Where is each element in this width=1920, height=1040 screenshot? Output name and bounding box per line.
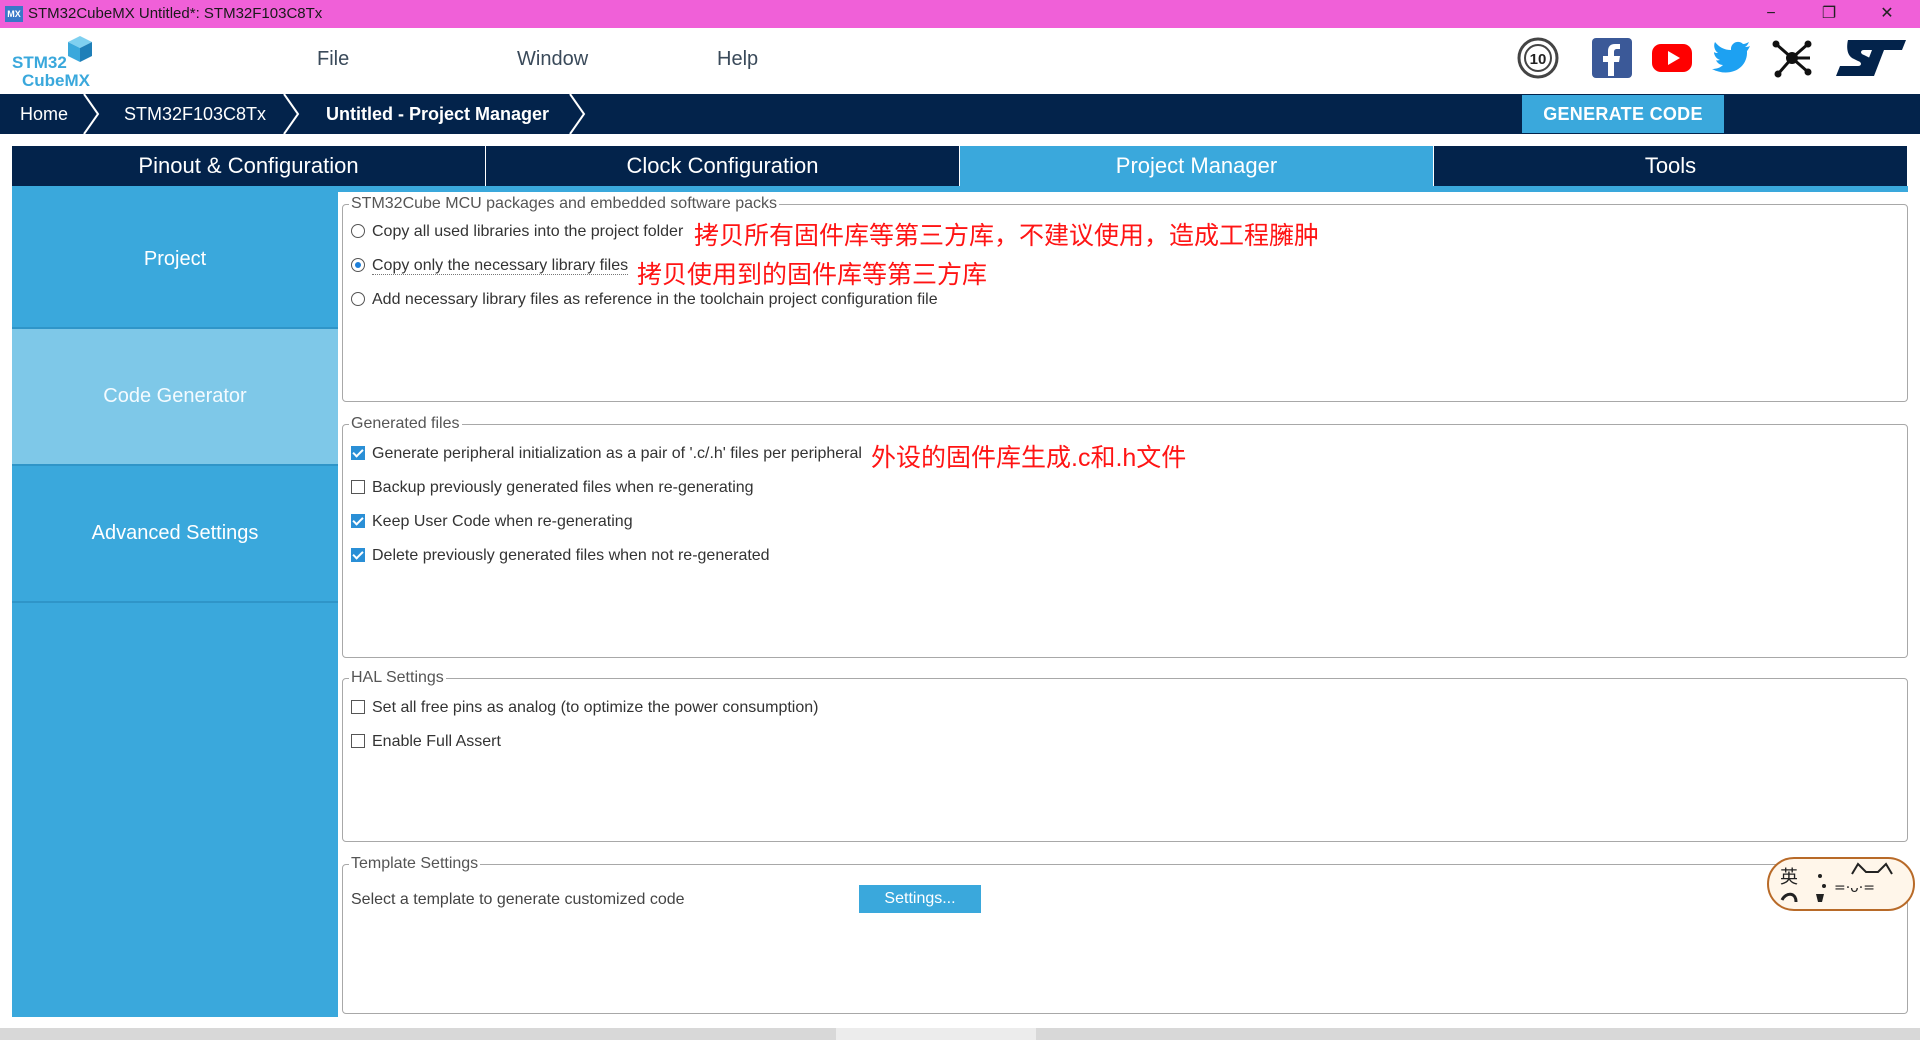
chevron-right-icon xyxy=(569,94,586,134)
window-title: STM32CubeMX Untitled*: STM32F103C8Tx xyxy=(28,5,323,22)
anniversary-10-icon[interactable]: 10 xyxy=(1516,36,1560,80)
tab-clock-configuration[interactable]: Clock Configuration xyxy=(486,146,959,186)
breadcrumb: Home STM32F103C8Tx Untitled - Project Ma… xyxy=(0,94,1920,134)
backup-files-option[interactable]: Backup previously generated files when r… xyxy=(351,479,754,497)
close-button[interactable]: ✕ xyxy=(1858,0,1916,28)
delete-previous-files-label: Delete previously generated files when n… xyxy=(372,547,770,564)
add-libraries-reference-label: Add necessary library files as reference… xyxy=(372,291,938,308)
sticker-text: 英 xyxy=(1780,867,1798,888)
app-icon: MX xyxy=(5,6,23,22)
network-icon[interactable] xyxy=(1770,36,1814,80)
menu-file[interactable]: File xyxy=(317,48,349,71)
mcu-packages-group: STM32Cube MCU packages and embedded soft… xyxy=(342,195,1908,402)
facebook-icon[interactable] xyxy=(1590,36,1634,80)
keep-user-code-checkbox[interactable] xyxy=(351,514,365,528)
main-tabs: Pinout & Configuration Clock Configurati… xyxy=(12,146,1908,186)
copy-all-libraries-option[interactable]: Copy all used libraries into the project… xyxy=(351,223,683,241)
tab-pinout-configuration[interactable]: Pinout & Configuration xyxy=(12,146,485,186)
logo-stm32-text: STM32 xyxy=(12,53,67,72)
free-pins-analog-checkbox[interactable] xyxy=(351,700,365,714)
generate-pair-files-checkbox[interactable] xyxy=(351,446,365,460)
chevron-right-icon xyxy=(83,94,100,134)
full-assert-checkbox[interactable] xyxy=(351,734,365,748)
annotation-copy-all: 拷贝所有固件库等第三方库，不建议使用，造成工程臃肿 xyxy=(694,222,1320,250)
tab-project-manager[interactable]: Project Manager xyxy=(960,146,1433,186)
template-settings-button[interactable]: Settings... xyxy=(859,885,981,913)
backup-files-label: Backup previously generated files when r… xyxy=(372,479,754,496)
full-assert-label: Enable Full Assert xyxy=(372,733,501,750)
sidebar: Project Code Generator Advanced Settings xyxy=(12,192,338,1017)
copy-all-libraries-radio[interactable] xyxy=(351,224,365,238)
generate-pair-files-option[interactable]: Generate peripheral initialization as a … xyxy=(351,445,862,463)
annotation-copy-necessary: 拷贝使用到的固件库等第三方库 xyxy=(637,261,988,289)
copy-necessary-libraries-label: Copy only the necessary library files xyxy=(372,257,629,275)
hal-settings-title: HAL Settings xyxy=(349,669,446,687)
svg-text:=·ᴗ·=: =·ᴗ·= xyxy=(1834,880,1875,896)
delete-previous-files-option[interactable]: Delete previously generated files when n… xyxy=(351,547,770,565)
breadcrumb-device[interactable]: STM32F103C8Tx xyxy=(124,94,266,134)
hal-settings-group: HAL Settings Set all free pins as analog… xyxy=(342,669,1908,842)
scrollbar-thumb[interactable] xyxy=(836,1028,1036,1040)
breadcrumb-home[interactable]: Home xyxy=(20,94,68,134)
delete-previous-files-checkbox[interactable] xyxy=(351,548,365,562)
free-pins-analog-label: Set all free pins as analog (to optimize… xyxy=(372,699,819,716)
generate-pair-files-label: Generate peripheral initialization as a … xyxy=(372,445,862,462)
twitter-icon[interactable] xyxy=(1710,36,1754,80)
stm32cubemx-logo: STM32 CubeMX xyxy=(12,36,92,90)
breadcrumb-current[interactable]: Untitled - Project Manager xyxy=(326,94,549,134)
tab-tools[interactable]: Tools xyxy=(1434,146,1907,186)
maximize-button[interactable]: ❐ xyxy=(1800,0,1858,28)
template-settings-group: Template Settings Select a template to g… xyxy=(342,855,1908,1014)
sidebar-item-project[interactable]: Project xyxy=(12,192,338,329)
window-title-bar: MX STM32CubeMX Untitled*: STM32F103C8Tx … xyxy=(0,0,1920,28)
sidebar-item-advanced-settings[interactable]: Advanced Settings xyxy=(12,466,338,603)
svg-text:10: 10 xyxy=(1530,51,1547,68)
st-logo-icon[interactable] xyxy=(1834,36,1910,80)
menu-help[interactable]: Help xyxy=(717,48,758,71)
annotation-generated-files: 外设的固件库生成.c和.h文件 xyxy=(871,444,1187,472)
template-settings-title: Template Settings xyxy=(349,855,481,873)
mcu-packages-title: STM32Cube MCU packages and embedded soft… xyxy=(349,195,779,213)
sidebar-item-code-generator[interactable]: Code Generator xyxy=(12,329,338,466)
template-settings-label: Select a template to generate customized… xyxy=(351,891,685,908)
add-libraries-reference-option[interactable]: Add necessary library files as reference… xyxy=(351,291,938,309)
status-bar xyxy=(0,1028,1920,1040)
copy-necessary-libraries-radio[interactable] xyxy=(351,258,365,272)
logo-cubemx-text: CubeMX xyxy=(22,71,91,90)
code-generator-panel: STM32Cube MCU packages and embedded soft… xyxy=(338,192,1920,1020)
menu-bar: STM32 CubeMX File Window Help 10 xyxy=(0,28,1920,94)
youtube-icon[interactable] xyxy=(1650,36,1694,80)
add-libraries-reference-radio[interactable] xyxy=(351,292,365,306)
generated-files-group: Generated files Generate peripheral init… xyxy=(342,415,1908,658)
full-assert-option[interactable]: Enable Full Assert xyxy=(351,733,501,751)
chevron-right-icon xyxy=(283,94,300,134)
generated-files-title: Generated files xyxy=(349,415,462,433)
keep-user-code-label: Keep User Code when re-generating xyxy=(372,513,633,530)
menu-window[interactable]: Window xyxy=(517,48,588,71)
cat-sticker-icon: 英 =·ᴗ·= xyxy=(1767,857,1915,911)
copy-necessary-libraries-option[interactable]: Copy only the necessary library files xyxy=(351,257,629,275)
backup-files-checkbox[interactable] xyxy=(351,480,365,494)
keep-user-code-option[interactable]: Keep User Code when re-generating xyxy=(351,513,633,531)
generate-code-button[interactable]: GENERATE CODE xyxy=(1522,95,1724,133)
free-pins-analog-option[interactable]: Set all free pins as analog (to optimize… xyxy=(351,699,818,717)
minimize-button[interactable]: − xyxy=(1742,0,1800,28)
copy-all-libraries-label: Copy all used libraries into the project… xyxy=(372,223,684,240)
